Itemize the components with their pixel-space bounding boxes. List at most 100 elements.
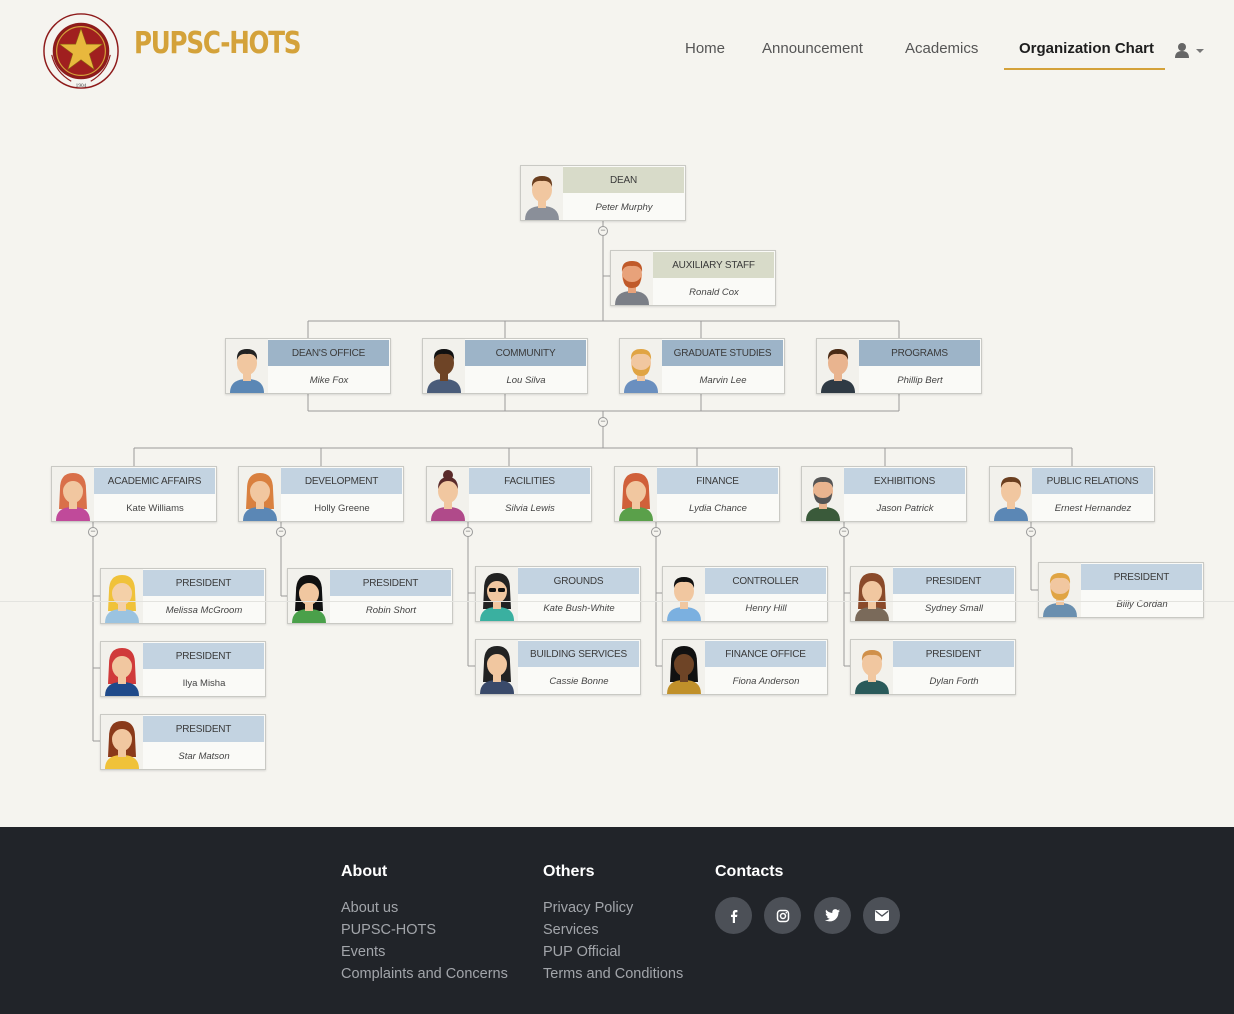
- org-card-building-services[interactable]: BUILDING SERVICES Cassie Bonne: [475, 639, 641, 695]
- role-title: DEAN: [563, 167, 684, 193]
- collapse-public-relations-toggle[interactable]: −: [1026, 527, 1036, 537]
- avatar: [101, 642, 143, 696]
- person-portrait: [663, 640, 705, 694]
- footer-about-title: About: [341, 863, 388, 880]
- person-name: Phillip Bert: [897, 374, 943, 386]
- role-title: AUXILIARY STAFF: [653, 252, 774, 278]
- avatar: [239, 467, 281, 521]
- person-name: Henry Hill: [745, 602, 787, 614]
- person-name: Ilya Misha: [182, 677, 226, 689]
- avatar: [990, 467, 1032, 521]
- role-title: BUILDING SERVICES: [518, 641, 639, 667]
- org-card-president-ilya[interactable]: PRESIDENT Ilya Misha: [100, 641, 266, 697]
- org-card-dean[interactable]: DEAN Peter Murphy: [520, 165, 686, 221]
- person-portrait: [101, 569, 143, 623]
- collapse-development-toggle[interactable]: −: [276, 527, 286, 537]
- divider-line: [0, 601, 1234, 602]
- footer-link-terms[interactable]: Terms and Conditions: [543, 963, 683, 985]
- org-card-programs[interactable]: PROGRAMS Phillip Bert: [816, 338, 982, 394]
- person-portrait: [817, 339, 859, 393]
- footer-link-events[interactable]: Events: [341, 941, 508, 963]
- avatar: [620, 339, 662, 393]
- collapse-academic-affairs-toggle[interactable]: −: [88, 527, 98, 537]
- org-card-president-robin[interactable]: PRESIDENT Robin Short: [287, 568, 453, 624]
- footer-link-pup-official[interactable]: PUP Official: [543, 941, 683, 963]
- person-name: Kate Williams: [126, 502, 184, 514]
- collapse-finance-toggle[interactable]: −: [651, 527, 661, 537]
- footer-others-title: Others: [543, 863, 595, 880]
- avatar: [427, 467, 469, 521]
- twitter-icon: [825, 909, 840, 922]
- org-card-exhibitions[interactable]: EXHIBITIONS Jason Patrick: [801, 466, 967, 522]
- person-portrait: [52, 467, 94, 521]
- org-card-graduate-studies[interactable]: GRADUATE STUDIES Marvin Lee: [619, 338, 785, 394]
- footer-link-complaints[interactable]: Complaints and Concerns: [341, 963, 508, 985]
- person-name: Holly Greene: [314, 502, 370, 514]
- role-title: DEAN'S OFFICE: [268, 340, 389, 366]
- org-card-community[interactable]: COMMUNITY Lou Silva: [422, 338, 588, 394]
- person-name: Billy Cordan: [1116, 598, 1168, 610]
- avatar: [52, 467, 94, 521]
- avatar: [476, 567, 518, 621]
- org-card-finance[interactable]: FINANCE Lydia Chance: [614, 466, 780, 522]
- org-card-president-dylan[interactable]: PRESIDENT Dylan Forth: [850, 639, 1016, 695]
- org-card-president-star[interactable]: PRESIDENT Star Matson: [100, 714, 266, 770]
- instagram-button[interactable]: [764, 897, 801, 934]
- footer-link-services[interactable]: Services: [543, 919, 683, 941]
- twitter-button[interactable]: [814, 897, 851, 934]
- person-portrait: [239, 467, 281, 521]
- role-title: PRESIDENT: [893, 568, 1014, 594]
- person-portrait: [288, 569, 330, 623]
- person-name: Ernest Hernandez: [1054, 502, 1132, 514]
- org-card-auxiliary-staff[interactable]: AUXILIARY STAFF Ronald Cox: [610, 250, 776, 306]
- person-name: Kate Bush-White: [543, 602, 615, 614]
- role-title: PUBLIC RELATIONS: [1032, 468, 1153, 494]
- person-portrait: [802, 467, 844, 521]
- collapse-facilities-toggle[interactable]: −: [463, 527, 473, 537]
- person-portrait: [521, 166, 563, 220]
- chart-connectors: [92, 221, 1073, 742]
- role-title: FACILITIES: [469, 468, 590, 494]
- person-name: Marvin Lee: [699, 374, 747, 386]
- org-card-controller[interactable]: CONTROLLER Henry Hill: [662, 566, 828, 622]
- person-portrait: [476, 567, 518, 621]
- person-name: Peter Murphy: [595, 201, 653, 213]
- person-portrait: [851, 640, 893, 694]
- person-name: Cassie Bonne: [549, 675, 609, 687]
- person-portrait: [101, 642, 143, 696]
- person-portrait: [226, 339, 268, 393]
- org-card-grounds[interactable]: GROUNDS Kate Bush-White: [475, 566, 641, 622]
- avatar: [1039, 563, 1081, 617]
- avatar: [288, 569, 330, 623]
- org-card-development[interactable]: DEVELOPMENT Holly Greene: [238, 466, 404, 522]
- org-card-president-melissa[interactable]: PRESIDENT Melissa McGroom: [100, 568, 266, 624]
- org-card-public-relations[interactable]: PUBLIC RELATIONS Ernest Hernandez: [989, 466, 1155, 522]
- person-name: Lydia Chance: [689, 502, 747, 514]
- org-card-president-billy[interactable]: PRESIDENT Billy Cordan: [1038, 562, 1204, 618]
- collapse-offices-toggle[interactable]: −: [598, 417, 608, 427]
- org-card-facilities[interactable]: FACILITIES Silvia Lewis: [426, 466, 592, 522]
- role-title: PROGRAMS: [859, 340, 980, 366]
- person-portrait: [851, 567, 893, 621]
- org-card-academic-affairs[interactable]: ACADEMIC AFFAIRS Kate Williams: [51, 466, 217, 522]
- avatar: [476, 640, 518, 694]
- footer-about-column: About About us PUPSC-HOTS Events Complai…: [341, 863, 508, 985]
- role-title: PRESIDENT: [143, 716, 264, 742]
- avatar: [521, 166, 563, 220]
- footer-link-pupsc-hots[interactable]: PUPSC-HOTS: [341, 919, 508, 941]
- email-button[interactable]: [863, 897, 900, 934]
- collapse-exhibitions-toggle[interactable]: −: [839, 527, 849, 537]
- footer-link-about-us[interactable]: About us: [341, 897, 508, 919]
- collapse-dean-toggle[interactable]: −: [598, 226, 608, 236]
- person-name: Lou Silva: [506, 374, 546, 386]
- role-title: PRESIDENT: [330, 570, 451, 596]
- person-portrait: [101, 715, 143, 769]
- org-card-deans-office[interactable]: DEAN'S OFFICE Mike Fox: [225, 338, 391, 394]
- footer-link-privacy-policy[interactable]: Privacy Policy: [543, 897, 683, 919]
- org-card-finance-office[interactable]: FINANCE OFFICE Fiona Anderson: [662, 639, 828, 695]
- person-name: Ronald Cox: [689, 286, 739, 298]
- facebook-button[interactable]: [715, 897, 752, 934]
- person-name: Jason Patrick: [876, 502, 934, 514]
- org-card-president-sydney[interactable]: PRESIDENT Sydney Small: [850, 566, 1016, 622]
- email-icon: [874, 910, 889, 921]
